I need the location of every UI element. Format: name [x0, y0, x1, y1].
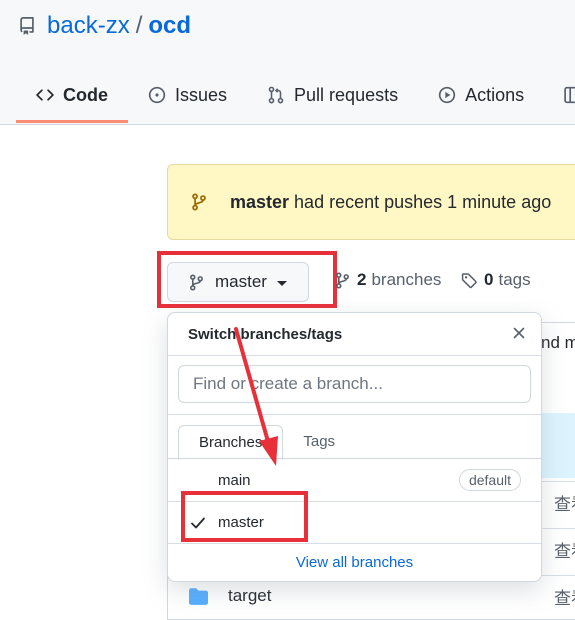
code-icon — [36, 89, 54, 101]
repo-name-link[interactable]: ocd — [148, 12, 191, 40]
folder-icon — [189, 587, 208, 605]
file-name-target[interactable]: target — [228, 586, 271, 606]
dropdown-header: Switch branches/tags — [168, 313, 541, 356]
close-icon[interactable] — [511, 325, 527, 341]
repo-nav-tabs: Code Issues Pull requests Actions — [16, 70, 575, 124]
repo-owner-link[interactable]: back-zx — [47, 12, 130, 40]
tag-icon — [461, 272, 477, 288]
repo-title: back-zx / ocd — [18, 10, 191, 42]
banner-branch-name[interactable]: master — [230, 192, 289, 213]
dropdown-tabs: Branches Tags — [178, 425, 355, 460]
tags-link[interactable]: 0 tags — [461, 270, 531, 290]
dropdown-title: Switch branches/tags — [188, 325, 343, 343]
branch-filter-input[interactable] — [178, 365, 531, 403]
tab-pull-requests[interactable]: Pull requests — [247, 70, 418, 123]
view-all-branches-link[interactable]: View all branches — [168, 543, 541, 581]
branch-select-button[interactable]: master — [167, 262, 309, 302]
recent-pushes-banner: master had recent pushes 1 minute ago — [167, 164, 575, 240]
divider — [168, 414, 541, 415]
branches-link[interactable]: 2 branches — [334, 270, 441, 290]
branch-select-label: master — [215, 272, 267, 291]
play-icon — [438, 86, 456, 104]
branch-item-main[interactable]: main default — [168, 459, 541, 502]
tab-code-label: Code — [63, 84, 108, 105]
tab-actions[interactable]: Actions — [418, 70, 575, 123]
default-badge: default — [458, 469, 521, 491]
tab-code[interactable]: Code — [16, 70, 128, 123]
repo-icon — [20, 17, 34, 35]
commit-link-fragment[interactable]: 查看 — [554, 490, 575, 515]
project-table-icon[interactable] — [564, 86, 575, 104]
branch-item-master[interactable]: master — [168, 501, 541, 544]
branch-item-label: master — [218, 513, 264, 531]
tab-actions-label: Actions — [465, 84, 525, 105]
repo-separator: / — [135, 12, 143, 39]
tab-tags[interactable]: Tags — [283, 425, 355, 458]
git-branch-icon — [192, 193, 206, 211]
commit-link-fragment[interactable]: 查看 — [554, 584, 575, 609]
git-branch-icon — [336, 271, 349, 289]
branch-item-label: main — [218, 471, 251, 489]
commit-link-fragment[interactable]: 查看 — [554, 537, 575, 562]
banner-message: had recent pushes 1 minute ago — [294, 191, 552, 212]
git-branch-icon — [190, 273, 203, 291]
tab-issues[interactable]: Issues — [128, 70, 247, 123]
tags-count: 0 — [484, 270, 494, 289]
git-pull-request-icon — [268, 86, 284, 104]
issue-opened-icon — [148, 86, 166, 104]
branches-label: branches — [371, 270, 442, 289]
tab-pull-requests-label: Pull requests — [294, 84, 399, 105]
check-icon — [191, 517, 205, 529]
branch-switch-dropdown: Switch branches/tags Branches Tags main … — [167, 312, 542, 582]
tab-issues-label: Issues — [175, 84, 228, 105]
tab-branches[interactable]: Branches — [178, 425, 284, 460]
commit-message-fragment: nd m — [541, 333, 575, 352]
caret-down-icon — [276, 280, 287, 286]
branches-count: 2 — [357, 270, 367, 289]
repo-header: back-zx / ocd Code Issues Pull requests … — [0, 0, 575, 125]
tags-label: tags — [498, 270, 531, 289]
